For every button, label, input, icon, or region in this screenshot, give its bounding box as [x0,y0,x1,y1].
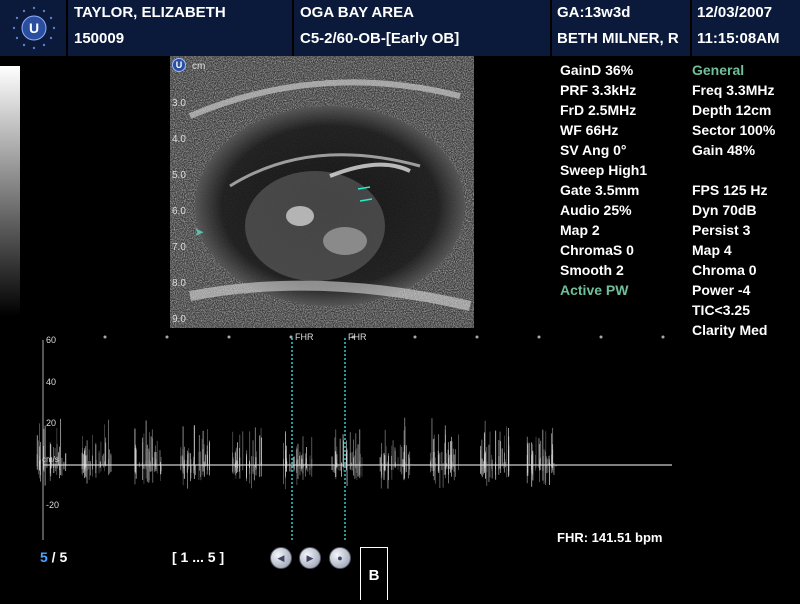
depth-mark: 8.0 [172,278,186,289]
param-line: Chroma 0 [692,262,757,278]
param-line: PRF 3.3kHz [560,82,637,98]
frame-range: [ 1 ... 5 ] [172,549,225,565]
svg-text:U: U [29,20,39,36]
param-line: Depth 12cm [692,102,772,118]
exam-time: 11:15:08AM [697,30,780,47]
exam-date: 12/03/2007 [697,4,773,21]
depth-mark: 3.0 [172,98,186,109]
fhr-caliper-label-2: FHR [348,332,367,342]
doppler-spectrum[interactable] [0,330,680,550]
play-forward-icon[interactable]: ▶ [299,547,321,569]
param-line: General [692,62,745,78]
probe-preset: C5-2/60-OB-[Early OB] [300,30,460,47]
depth-mark: 6.0 [172,206,186,217]
general-parameters: General Freq 3.3MHz Depth 12cm Sector 100% G… [692,60,775,340]
param-line: GainD 36% [560,62,634,78]
patient-id: 150009 [74,30,125,47]
depth-unit-label: cm [192,61,206,72]
gestational-age: GA:13w3d [557,4,631,21]
velocity-tick-label: 20 [46,418,57,428]
probe-orientation-icon: U [172,58,186,72]
velocity-tick-label: 40 [46,377,57,387]
velocity-tick-label: -20 [46,500,60,510]
param-line: Clarity Med [692,322,768,338]
param-line: ChromaS 0 [560,242,634,258]
param-line: Persist 3 [692,222,751,238]
param-line: Audio 25% [560,202,632,218]
param-line: Dyn 70dB [692,202,757,218]
param-line: Active PW [560,282,629,298]
depth-mark: 5.0 [172,170,186,181]
bmode-grayscale-bar [0,66,20,316]
param-line: Smooth 2 [560,262,624,278]
fhr-result: FHR: 141.51 bpm [557,530,663,545]
stop-icon[interactable]: ● [329,547,351,569]
u-logo-icon: U [8,4,60,52]
frame-counter: 5 / 5 [40,549,67,565]
velocity-tick-label: 60 [46,335,57,345]
param-line: Sector 100% [692,122,776,138]
depth-mark: 7.0 [172,242,186,253]
param-line: Gain 48% [692,142,756,158]
param-line: FPS 125 Hz [692,182,768,198]
param-line: Power -4 [692,282,751,298]
depth-mark: 9.0 [172,314,186,325]
depth-mark: 4.0 [172,134,186,145]
ultrasound-image[interactable] [170,56,474,328]
patient-header: U TAYLOR, ELIZABETH 150009 OGA BAY AREA … [0,0,800,56]
param-line: Map 2 [560,222,600,238]
frame-total: / 5 [47,549,68,565]
operator-name: BETH MILNER, R [557,30,679,47]
baseline-unit: cm/s [42,455,59,464]
param-line: SV Ang 0° [560,142,627,158]
param-line: Freq 3.3MHz [692,82,775,98]
pw-parameters: GainD 36% PRF 3.3kHz FrD 2.5MHz WF 66Hz SV A… [560,60,647,300]
param-line: Sweep High1 [560,162,648,178]
patient-name: TAYLOR, ELIZABETH [74,4,226,21]
param-line [692,160,775,180]
param-line: TIC<3.25 [692,302,750,318]
frame-current: 5 [40,549,48,565]
param-line: Map 4 [692,242,732,258]
bmode-button[interactable]: B [360,547,388,600]
play-back-icon[interactable]: ◀ [270,547,292,569]
param-line: WF 66Hz [560,122,619,138]
param-line: FrD 2.5MHz [560,102,637,118]
institution: OGA BAY AREA [300,4,414,21]
fhr-caliper-label-1: FHR [295,332,314,342]
param-line: Gate 3.5mm [560,182,640,198]
focus-arrow-icon: ➤ [194,225,205,239]
